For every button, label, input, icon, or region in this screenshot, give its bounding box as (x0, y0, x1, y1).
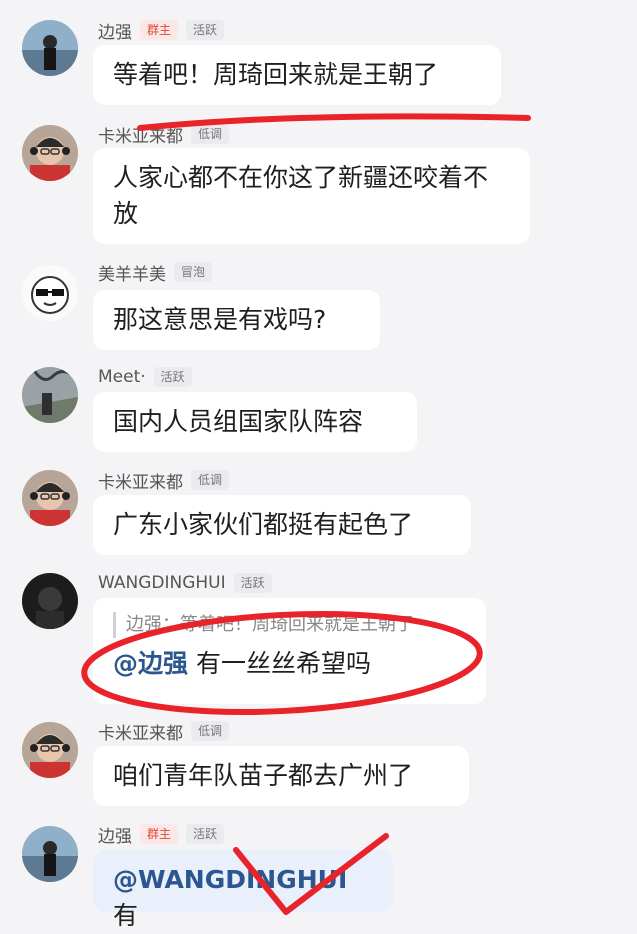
message-bubble[interactable]: 边强：等着吧！周琦回来就是王朝了 @边强 有一丝丝希望吗 (93, 598, 486, 704)
level-badge: 活跃 (186, 824, 225, 844)
avatar-glasses-headphones-icon (22, 722, 78, 778)
owner-badge: 群主 (140, 824, 179, 844)
message-text: 有 (113, 901, 139, 930)
avatar-photo-tree-icon (22, 367, 78, 423)
sender-name[interactable]: 边强 (98, 822, 132, 847)
avatar-glasses-headphones-icon (22, 470, 78, 526)
avatar-glasses-headphones-icon (22, 125, 78, 181)
avatar[interactable] (22, 367, 78, 423)
message-bubble[interactable]: 广东小家伙们都挺有起色了 (93, 495, 471, 555)
message-bubble[interactable]: 等着吧！周琦回来就是王朝了 (93, 45, 501, 105)
avatar[interactable] (22, 573, 78, 629)
message-text: 咱们青年队苗子都去广州了 (113, 761, 414, 790)
level-badge: 低调 (191, 124, 230, 144)
mention-link[interactable]: @WANGDINGHUI (113, 865, 347, 894)
avatar-photo-court-icon (22, 20, 78, 76)
sender-name[interactable]: 卡米亚来都 (98, 468, 183, 493)
avatar[interactable] (22, 722, 78, 778)
message-text: 那这意思是有戏吗? (113, 305, 327, 334)
level-badge: 活跃 (233, 573, 272, 593)
sender-name[interactable]: WANGDINGHUI (98, 573, 226, 593)
sender-name[interactable]: 边强 (98, 18, 132, 43)
avatar[interactable] (22, 20, 78, 76)
message-text: 广东小家伙们都挺有起色了 (113, 510, 414, 539)
avatar[interactable] (22, 265, 78, 321)
quoted-message[interactable]: 边强：等着吧！周琦回来就是王朝了 (113, 612, 466, 638)
level-badge: 低调 (191, 721, 230, 741)
message-bubble[interactable]: 国内人员组国家队阵容 (93, 392, 417, 452)
message-text: 国内人员组国家队阵容 (113, 407, 364, 436)
sender-name[interactable]: Meet· (98, 367, 146, 387)
message-text: 有一丝丝希望吗 (195, 649, 371, 678)
message-text: 人家心都不在你这了新疆还咬着不放 (113, 163, 489, 228)
mention-link[interactable]: @边强 (113, 649, 188, 678)
owner-badge: 群主 (140, 20, 179, 40)
message-bubble[interactable]: @WANGDINGHUI 有 (93, 850, 393, 930)
level-badge: 冒泡 (174, 262, 213, 282)
message-bubble[interactable]: 人家心都不在你这了新疆还咬着不放 (93, 148, 530, 244)
sender-name[interactable]: 卡米亚来都 (98, 719, 183, 744)
message-text: 等着吧！周琦回来就是王朝了 (113, 60, 439, 89)
message-bubble[interactable]: 那这意思是有戏吗? (93, 290, 380, 350)
avatar-cartoon-sunglasses-icon (22, 265, 78, 321)
avatar-photo-court-icon (22, 826, 78, 882)
message-bubble[interactable]: 咱们青年队苗子都去广州了 (93, 746, 469, 806)
level-badge: 低调 (191, 470, 230, 490)
level-badge: 活跃 (186, 20, 225, 40)
avatar[interactable] (22, 470, 78, 526)
avatar[interactable] (22, 826, 78, 882)
avatar-dark-icon (22, 573, 78, 629)
level-badge: 活跃 (153, 367, 192, 387)
sender-name[interactable]: 美羊羊美 (98, 260, 166, 285)
avatar[interactable] (22, 125, 78, 181)
sender-name[interactable]: 卡米亚来都 (98, 122, 183, 147)
